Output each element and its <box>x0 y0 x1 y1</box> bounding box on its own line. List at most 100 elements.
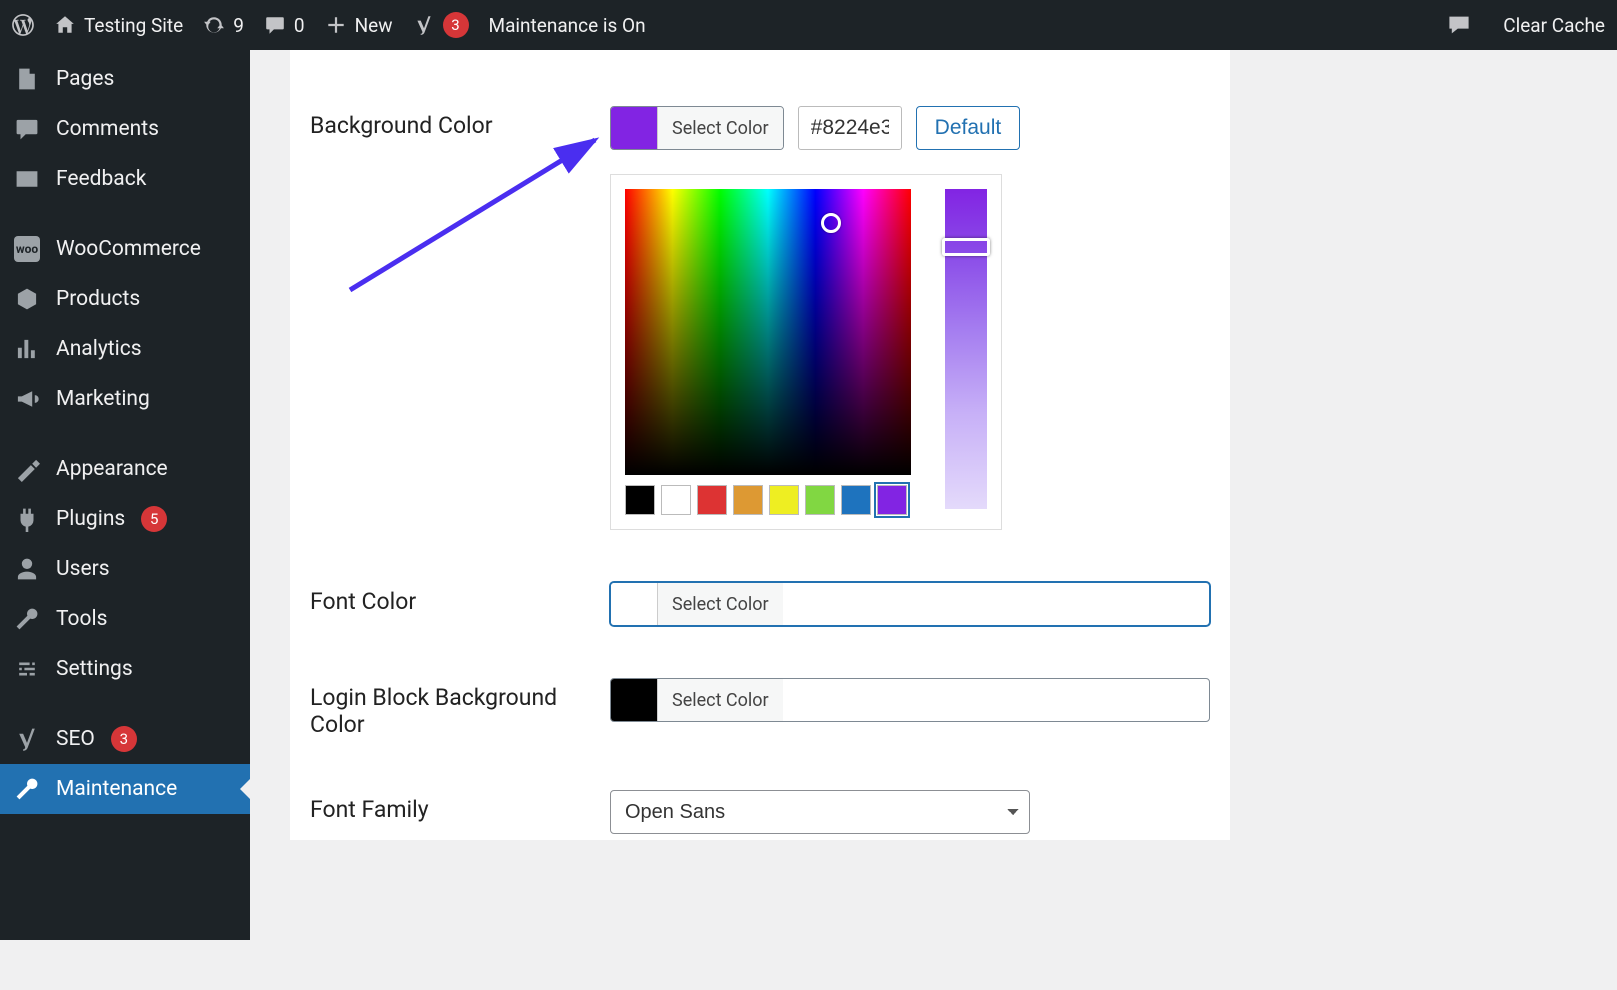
maintenance-status[interactable]: Maintenance is On <box>489 14 646 37</box>
maintenance-icon <box>14 776 40 802</box>
bg-color-swatch <box>611 107 657 149</box>
settings-icon <box>14 656 40 682</box>
site-name-label: Testing Site <box>84 14 183 37</box>
color-picker-panel <box>610 174 1002 530</box>
sidebar-item-label: Plugins <box>56 507 125 531</box>
sidebar-item-label: Tools <box>56 607 107 631</box>
row-font-family: Font Family Open Sans <box>290 764 1230 840</box>
analytics-icon <box>14 336 40 362</box>
font-color-select-label: Select Color <box>657 583 783 625</box>
appearance-icon <box>14 456 40 482</box>
preset-swatch-orange[interactable] <box>733 485 763 515</box>
sidebar-item-label: WooCommerce <box>56 237 201 261</box>
row-login-bg-color: Login Block Background Color Select Colo… <box>290 652 1230 764</box>
yoast-link[interactable]: 3 <box>413 12 469 38</box>
sidebar-item-label: Pages <box>56 67 114 91</box>
sidebar-item-comments[interactable]: Comments <box>0 104 250 154</box>
label-login-bg-color: Login Block Background Color <box>310 678 610 738</box>
site-name-link[interactable]: Testing Site <box>54 14 183 37</box>
admin-toolbar: Testing Site 9 0 New 3 Maintenance is On… <box>0 0 1617 50</box>
tools-icon <box>14 606 40 632</box>
sidebar-item-label: Users <box>56 557 110 581</box>
wordpress-icon <box>12 14 34 36</box>
feedback-icon <box>14 166 40 192</box>
preset-swatch-black[interactable] <box>625 485 655 515</box>
preset-swatch-yellow[interactable] <box>769 485 799 515</box>
sidebar-item-label: Comments <box>56 117 159 141</box>
updates-link[interactable]: 9 <box>203 14 244 37</box>
woocommerce-icon: woo <box>14 236 40 262</box>
main-content: Background Color Select Color Default <box>250 50 1617 940</box>
sidebar-item-label: Products <box>56 287 140 311</box>
seo-icon <box>14 726 40 752</box>
preset-swatch-blue[interactable] <box>841 485 871 515</box>
plus-icon <box>325 14 347 36</box>
font-color-swatch <box>611 583 657 625</box>
sidebar-item-settings[interactable]: Settings <box>0 644 250 694</box>
bg-color-select-label: Select Color <box>657 107 783 149</box>
admin-sidebar: Pages Comments Feedback woo WooCommerce … <box>0 50 250 940</box>
preset-swatch-purple[interactable] <box>877 485 907 515</box>
sidebar-item-label: Feedback <box>56 167 146 191</box>
cache-chat-icon[interactable] <box>1447 13 1471 37</box>
sidebar-item-plugins[interactable]: Plugins 5 <box>0 494 250 544</box>
sidebar-item-feedback[interactable]: Feedback <box>0 154 250 204</box>
sidebar-item-label: Analytics <box>56 337 142 361</box>
pages-icon <box>14 66 40 92</box>
new-content-link[interactable]: New <box>325 14 393 37</box>
sidebar-item-woocommerce[interactable]: woo WooCommerce <box>0 224 250 274</box>
saturation-box[interactable] <box>625 189 911 475</box>
yoast-icon <box>413 14 435 36</box>
clear-cache-link[interactable]: Clear Cache <box>1503 14 1605 37</box>
bg-color-default-button[interactable]: Default <box>916 106 1021 150</box>
sidebar-item-users[interactable]: Users <box>0 544 250 594</box>
plugins-icon <box>14 506 40 532</box>
settings-form-card: Background Color Select Color Default <box>290 50 1230 840</box>
hue-handle[interactable] <box>942 238 990 256</box>
sidebar-item-label: Appearance <box>56 457 168 481</box>
sidebar-item-products[interactable]: Products <box>0 274 250 324</box>
comments-menu-icon <box>14 116 40 142</box>
preset-swatch-green[interactable] <box>805 485 835 515</box>
sidebar-item-marketing[interactable]: Marketing <box>0 374 250 424</box>
login-bg-color-swatch <box>611 679 657 721</box>
bg-color-select[interactable]: Select Color <box>610 106 784 150</box>
preset-swatch-row <box>625 485 911 515</box>
sidebar-item-maintenance[interactable]: Maintenance <box>0 764 250 814</box>
maintenance-status-label: Maintenance is On <box>489 14 646 37</box>
wordpress-logo[interactable] <box>12 14 34 36</box>
users-icon <box>14 556 40 582</box>
comment-icon <box>264 14 286 36</box>
updates-count: 9 <box>233 14 244 37</box>
comments-link[interactable]: 0 <box>264 14 305 37</box>
sidebar-item-analytics[interactable]: Analytics <box>0 324 250 374</box>
bg-color-hex-input[interactable] <box>798 106 902 150</box>
seo-badge: 3 <box>111 726 137 752</box>
yoast-badge: 3 <box>443 12 469 38</box>
preset-swatch-red[interactable] <box>697 485 727 515</box>
sidebar-item-pages[interactable]: Pages <box>0 54 250 104</box>
label-font-color: Font Color <box>310 582 610 615</box>
sidebar-item-seo[interactable]: SEO 3 <box>0 714 250 764</box>
preset-swatch-white[interactable] <box>661 485 691 515</box>
hue-slider[interactable] <box>945 189 987 509</box>
comments-count: 0 <box>294 14 305 37</box>
home-icon <box>54 14 76 36</box>
label-background-color: Background Color <box>310 106 610 139</box>
font-color-select[interactable]: Select Color <box>610 582 1210 626</box>
sidebar-item-label: SEO <box>56 727 95 751</box>
update-icon <box>203 14 225 36</box>
sidebar-item-appearance[interactable]: Appearance <box>0 444 250 494</box>
new-content-label: New <box>355 14 393 37</box>
marketing-icon <box>14 386 40 412</box>
sidebar-item-tools[interactable]: Tools <box>0 594 250 644</box>
row-background-color: Background Color Select Color Default <box>290 80 1230 556</box>
login-bg-color-select[interactable]: Select Color <box>610 678 1210 722</box>
products-icon <box>14 286 40 312</box>
picker-handle[interactable] <box>821 213 841 233</box>
sidebar-item-label: Settings <box>56 657 133 681</box>
font-family-select[interactable]: Open Sans <box>610 790 1030 834</box>
clear-cache-label: Clear Cache <box>1503 14 1605 37</box>
login-bg-color-select-label: Select Color <box>657 679 783 721</box>
sidebar-item-label: Maintenance <box>56 777 177 801</box>
